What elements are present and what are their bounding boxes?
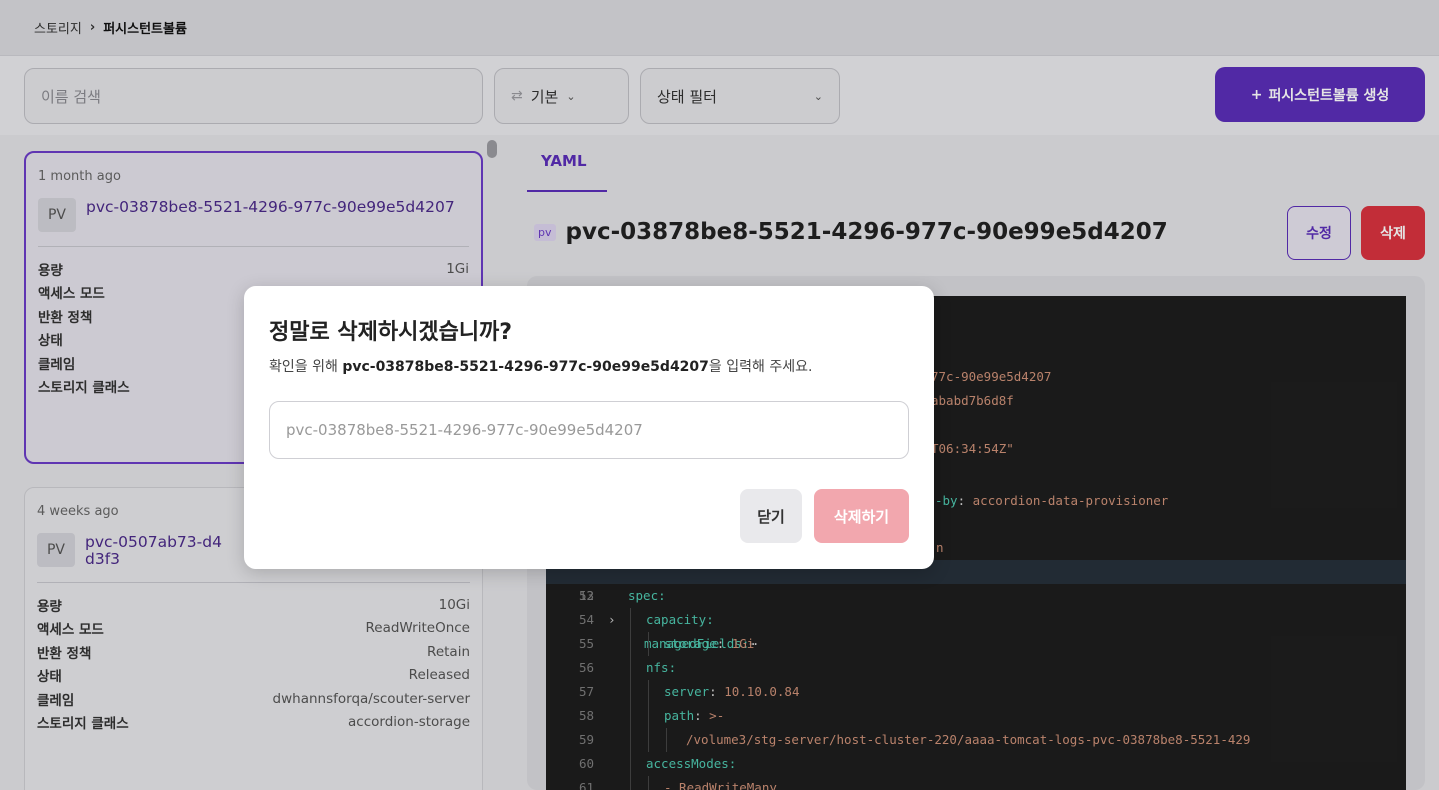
dialog-title: 정말로 삭제하시겠습니까? [269,320,513,345]
confirm-name-input[interactable]: pvc-03878be8-5521-4296-977c-90e99e5d4207 [269,401,909,459]
dialog-message: 확인을 위해 pvc-03878be8-5521-4296-977c-90e99… [269,359,813,375]
close-button[interactable]: 닫기 [740,489,802,543]
confirm-name-placeholder: pvc-03878be8-5521-4296-977c-90e99e5d4207 [286,421,643,439]
confirm-delete-button[interactable]: 삭제하기 [814,489,909,543]
delete-confirm-dialog: 정말로 삭제하시겠습니까? 확인을 위해 pvc-03878be8-5521-4… [244,286,934,569]
